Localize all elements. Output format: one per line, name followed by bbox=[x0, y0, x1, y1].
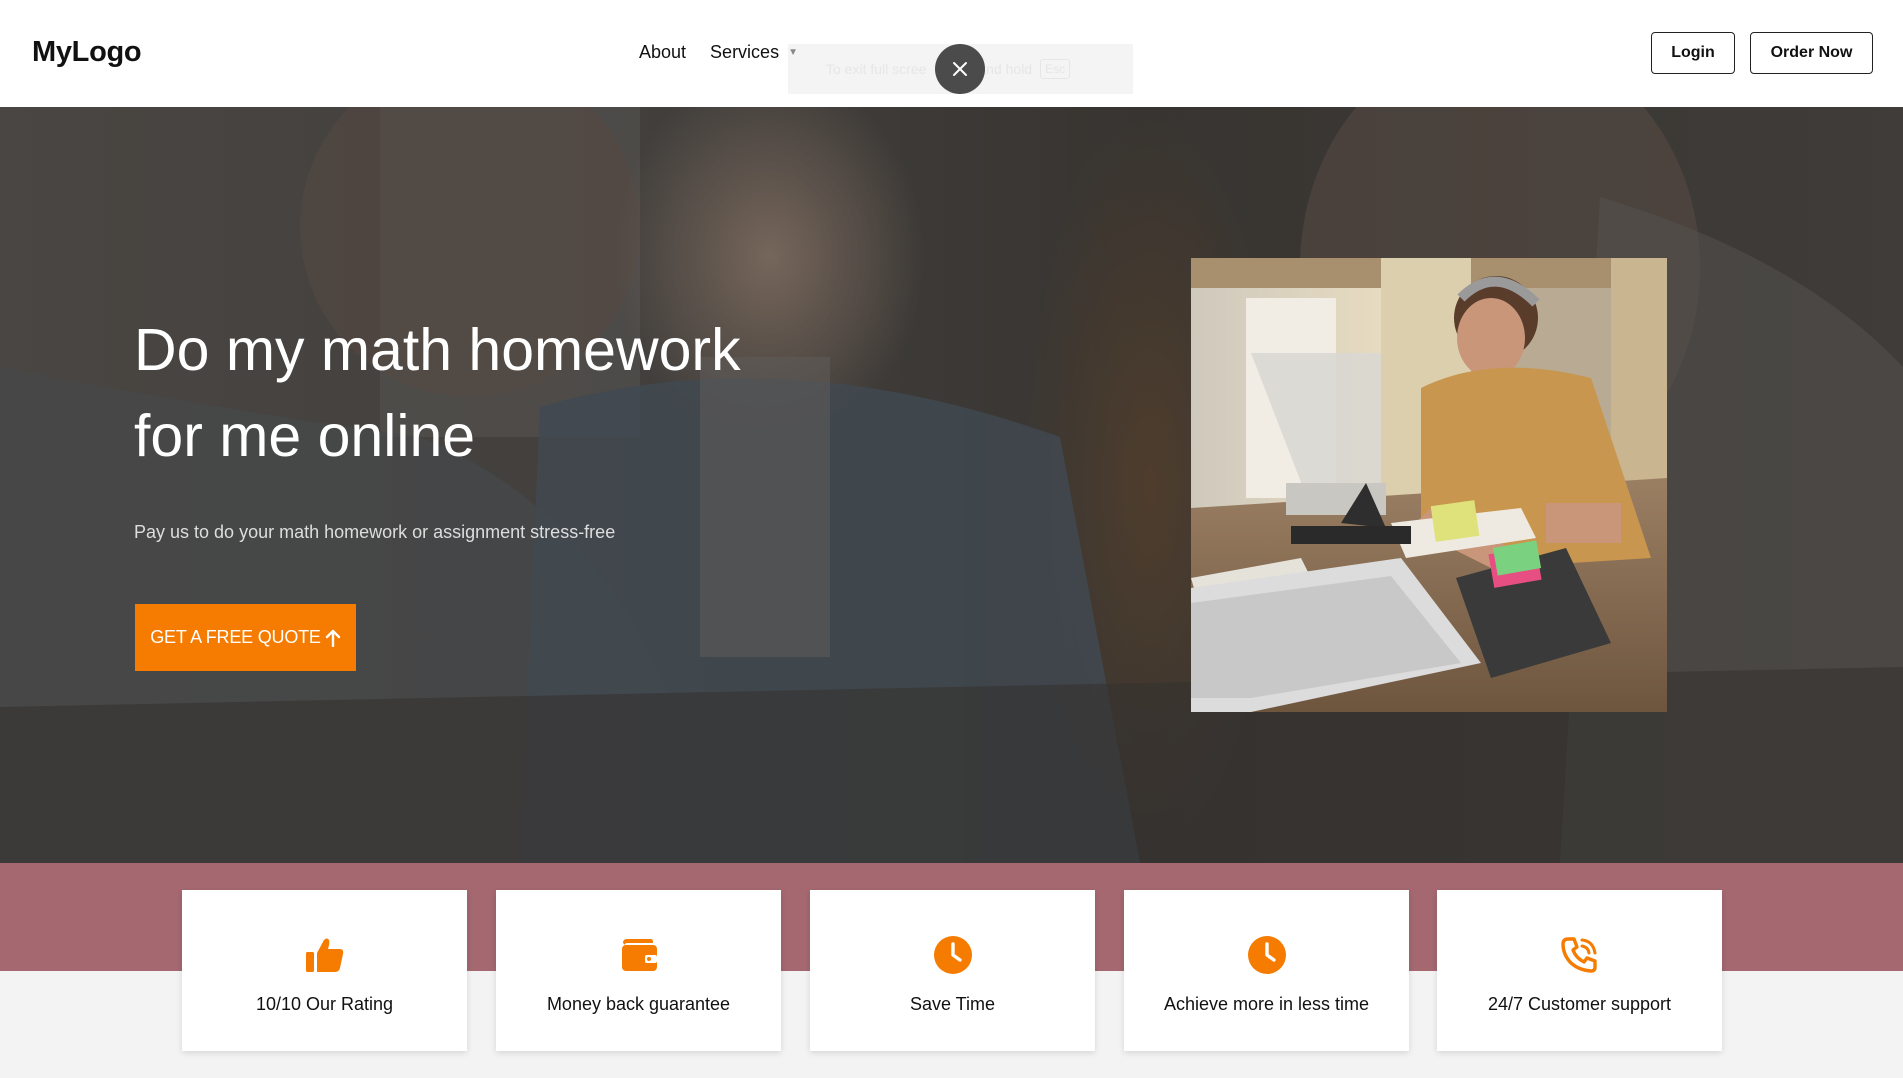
feature-card-achieve-more: Achieve more in less time bbox=[1124, 890, 1409, 1051]
toast-text-end: and hold bbox=[978, 61, 1033, 77]
esc-key-badge: Esc bbox=[1040, 59, 1071, 79]
exit-fullscreen-button[interactable] bbox=[935, 44, 985, 94]
feature-card-money-back: Money back guarantee bbox=[496, 890, 781, 1051]
feature-card-save-time: Save Time bbox=[810, 890, 1095, 1051]
hero-section: Do my math homework for me online Pay us… bbox=[0, 107, 1903, 863]
nav-services[interactable]: Services ▼ bbox=[710, 42, 798, 63]
feature-card-support: 24/7 Customer support bbox=[1437, 890, 1722, 1051]
feature-label: 24/7 Customer support bbox=[1487, 994, 1672, 1014]
feature-label: Money back guarantee bbox=[546, 994, 731, 1014]
wallet-icon bbox=[618, 934, 660, 976]
hero-title-line-1: Do my math homework bbox=[134, 317, 741, 383]
close-icon bbox=[953, 62, 967, 76]
student-photo bbox=[1191, 258, 1667, 712]
feature-label: 10/10 Our Rating bbox=[255, 994, 394, 1014]
hero-title-line-2: for me online bbox=[134, 403, 476, 469]
login-button[interactable]: Login bbox=[1651, 32, 1735, 74]
feature-label: Save Time bbox=[909, 994, 996, 1014]
arrow-up-icon bbox=[325, 629, 340, 647]
feature-label: Achieve more in less time bbox=[1163, 994, 1370, 1014]
clock-icon bbox=[1246, 934, 1288, 976]
get-free-quote-button[interactable]: GET A FREE QUOTE bbox=[135, 604, 356, 671]
thumbs-up-icon bbox=[304, 934, 346, 976]
nav-services-label: Services bbox=[710, 42, 780, 62]
page: MyLogo About Services ▼ Login Order Now … bbox=[0, 0, 1903, 1078]
nav-about[interactable]: About bbox=[639, 42, 686, 63]
hero-subtitle: Pay us to do your math homework or assig… bbox=[134, 522, 616, 542]
feature-card-rating: 10/10 Our Rating bbox=[182, 890, 467, 1051]
hero-title: Do my math homework for me online bbox=[134, 307, 814, 479]
clock-icon bbox=[932, 934, 974, 976]
toast-text-start: To exit full scree bbox=[826, 61, 927, 77]
order-now-button[interactable]: Order Now bbox=[1750, 32, 1873, 74]
cta-label: GET A FREE QUOTE bbox=[150, 627, 321, 647]
site-logo[interactable]: MyLogo bbox=[32, 36, 142, 69]
phone-call-icon bbox=[1559, 934, 1601, 976]
